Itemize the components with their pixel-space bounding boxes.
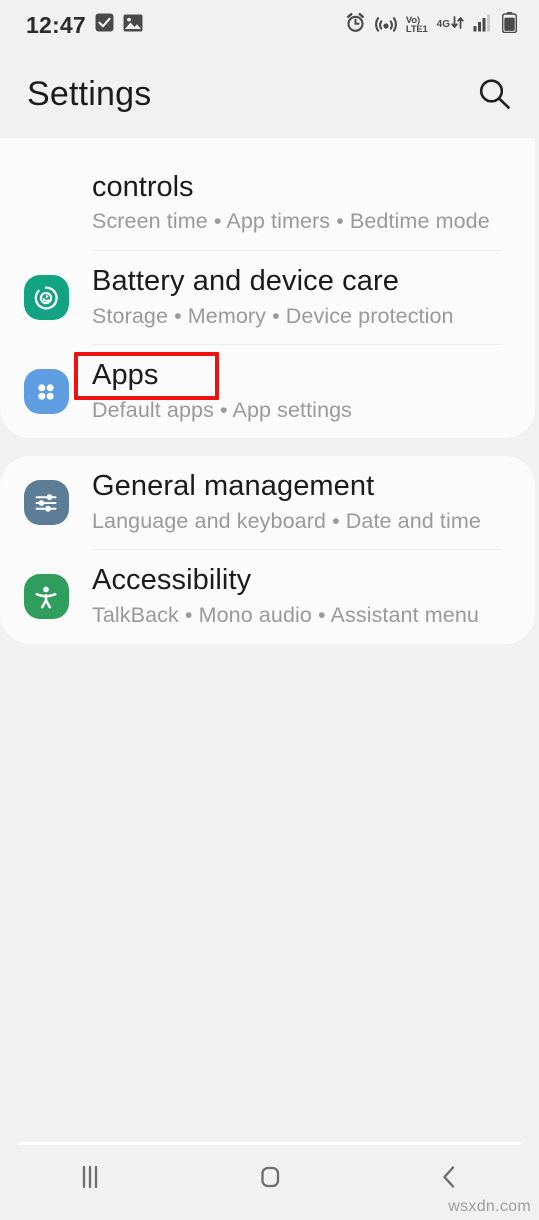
list-item-subtitle: Screen time • App timers • Bedtime mode (92, 209, 490, 234)
phone-screen: 12:47 Vo) LTE1 4G Settings controls Scre… (0, 0, 539, 1220)
volte-icon: Vo) LTE1 (405, 16, 428, 35)
list-item-subtitle: Default apps • App settings (92, 397, 353, 422)
app-header: Settings (0, 50, 539, 138)
row-icon-slot (0, 369, 92, 415)
row-icon-slot (0, 275, 92, 321)
list-item-title: Battery and device care (92, 265, 399, 297)
settings-card-system: General management Language and keyboard… (0, 456, 535, 644)
status-bar-left: 12:47 (26, 12, 143, 39)
mobile-data-icon: 4G (437, 15, 464, 35)
list-item-accessibility[interactable]: Accessibility TalkBack • Mono audio • As… (0, 550, 535, 643)
checkbox-checked-icon (95, 13, 114, 37)
list-item-subtitle: Language and keyboard • Date and time (92, 508, 481, 533)
recents-icon[interactable] (0, 1134, 180, 1220)
search-icon[interactable] (476, 76, 513, 113)
device-care-icon (23, 275, 69, 321)
list-item-digital-wellbeing[interactable]: controls Screen time • App timers • Bedt… (0, 138, 535, 250)
list-item-title: Apps (92, 359, 159, 392)
list-item-title: Accessibility (92, 564, 252, 597)
list-item-subtitle: Storage • Memory • Device protection (92, 303, 454, 328)
sliders-icon (23, 480, 69, 526)
row-icon-slot (0, 480, 92, 526)
settings-list[interactable]: controls Screen time • App timers • Bedt… (0, 138, 539, 1134)
image-gallery-icon (123, 14, 143, 37)
status-bar-right: Vo) LTE1 4G (345, 12, 518, 38)
list-item-apps[interactable]: Apps Default apps • App settings (0, 345, 535, 438)
hotspot-icon (375, 13, 397, 38)
page-title: Settings (27, 74, 152, 113)
status-bar-clock: 12:47 (26, 11, 86, 38)
accessibility-person-icon (23, 574, 69, 620)
battery-icon (501, 12, 518, 38)
site-watermark: wsxdn.com (448, 1198, 531, 1215)
list-item-title: General management (92, 470, 375, 503)
status-bar: 12:47 Vo) LTE1 4G (0, 0, 539, 50)
volte-bottom-label: LTE1 (405, 24, 428, 35)
row-icon-slot (0, 574, 92, 620)
list-item-battery-and-device-care[interactable]: Battery and device care Storage • Memory… (0, 251, 535, 344)
list-item-general-management[interactable]: General management Language and keyboard… (0, 456, 535, 549)
settings-card-wellbeing: controls Screen time • App timers • Bedt… (0, 138, 535, 439)
data-arrows-icon (451, 15, 464, 35)
system-navigation-bar: wsxdn.com (0, 1134, 539, 1220)
list-item-title: controls (92, 170, 194, 203)
alarm-icon (345, 12, 366, 38)
apps-grid-icon (23, 369, 69, 415)
list-item-subtitle: TalkBack • Mono audio • Assistant menu (92, 603, 479, 628)
network-type-label: 4G (436, 19, 450, 31)
home-icon[interactable] (180, 1134, 360, 1220)
signal-bars-icon (473, 14, 493, 37)
nav-top-hairline (18, 1142, 521, 1145)
